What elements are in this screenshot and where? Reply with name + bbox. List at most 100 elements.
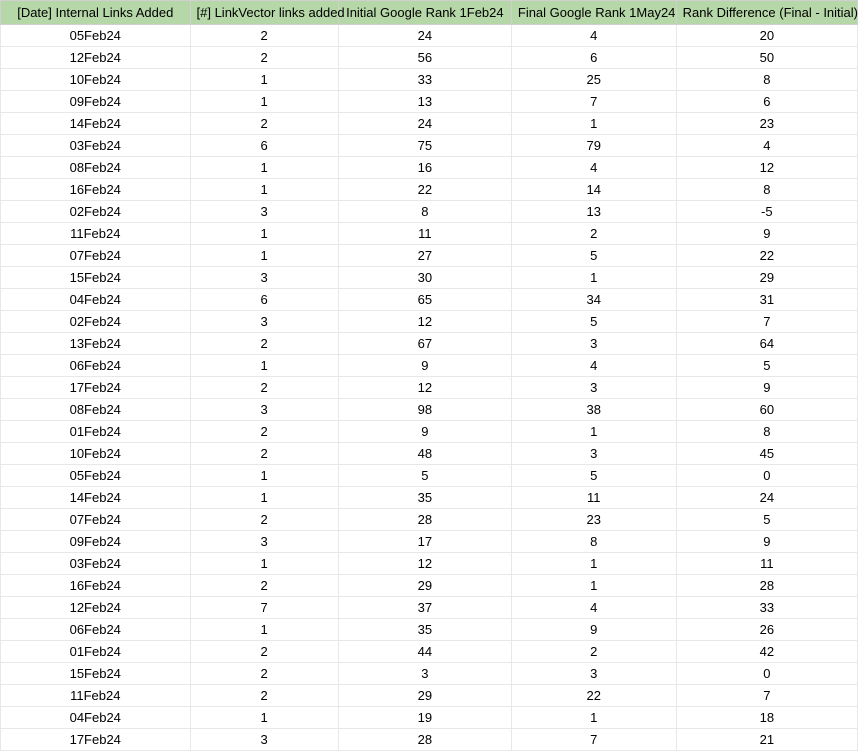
table-row[interactable]: 12Feb24256650 bbox=[1, 47, 858, 69]
table-cell[interactable]: 3 bbox=[190, 531, 338, 553]
table-cell[interactable]: 8 bbox=[676, 421, 857, 443]
table-cell[interactable]: 01Feb24 bbox=[1, 641, 191, 663]
table-cell[interactable]: 1 bbox=[190, 707, 338, 729]
table-row[interactable]: 11Feb24229227 bbox=[1, 685, 858, 707]
table-cell[interactable]: 2 bbox=[190, 663, 338, 685]
table-row[interactable]: 14Feb241351124 bbox=[1, 487, 858, 509]
table-cell[interactable]: 4 bbox=[511, 355, 676, 377]
table-cell[interactable]: 08Feb24 bbox=[1, 157, 191, 179]
table-row[interactable]: 13Feb24267364 bbox=[1, 333, 858, 355]
table-cell[interactable]: 15Feb24 bbox=[1, 267, 191, 289]
table-cell[interactable]: 22 bbox=[511, 685, 676, 707]
table-cell[interactable]: 28 bbox=[338, 509, 511, 531]
table-cell[interactable]: 38 bbox=[511, 399, 676, 421]
table-cell[interactable]: 1 bbox=[511, 553, 676, 575]
table-cell[interactable]: 1 bbox=[511, 113, 676, 135]
table-cell[interactable]: 34 bbox=[511, 289, 676, 311]
table-cell[interactable]: 2 bbox=[190, 377, 338, 399]
table-cell[interactable]: 1 bbox=[511, 267, 676, 289]
table-cell[interactable]: 5 bbox=[511, 465, 676, 487]
table-cell[interactable]: 03Feb24 bbox=[1, 553, 191, 575]
table-cell[interactable]: 45 bbox=[676, 443, 857, 465]
table-cell[interactable]: 8 bbox=[511, 531, 676, 553]
table-cell[interactable]: 44 bbox=[338, 641, 511, 663]
table-cell[interactable]: 17 bbox=[338, 531, 511, 553]
table-row[interactable]: 02Feb243813-5 bbox=[1, 201, 858, 223]
table-cell[interactable]: 4 bbox=[511, 157, 676, 179]
table-cell[interactable]: 9 bbox=[338, 355, 511, 377]
table-cell[interactable]: 1 bbox=[190, 619, 338, 641]
table-cell[interactable]: 30 bbox=[338, 267, 511, 289]
table-cell[interactable]: -5 bbox=[676, 201, 857, 223]
table-cell[interactable]: 19 bbox=[338, 707, 511, 729]
table-cell[interactable]: 3 bbox=[190, 267, 338, 289]
table-cell[interactable]: 7 bbox=[676, 311, 857, 333]
table-cell[interactable]: 60 bbox=[676, 399, 857, 421]
table-cell[interactable]: 3 bbox=[190, 201, 338, 223]
header-date[interactable]: [Date] Internal Links Added bbox=[1, 1, 191, 25]
table-cell[interactable]: 9 bbox=[511, 619, 676, 641]
table-cell[interactable]: 3 bbox=[190, 729, 338, 751]
table-cell[interactable]: 14Feb24 bbox=[1, 113, 191, 135]
table-row[interactable]: 08Feb243983860 bbox=[1, 399, 858, 421]
table-cell[interactable]: 9 bbox=[676, 223, 857, 245]
table-row[interactable]: 01Feb24244242 bbox=[1, 641, 858, 663]
table-cell[interactable]: 20 bbox=[676, 25, 857, 47]
table-cell[interactable]: 4 bbox=[511, 25, 676, 47]
table-cell[interactable]: 02Feb24 bbox=[1, 311, 191, 333]
table-cell[interactable]: 02Feb24 bbox=[1, 201, 191, 223]
table-cell[interactable]: 11 bbox=[338, 223, 511, 245]
table-cell[interactable]: 09Feb24 bbox=[1, 531, 191, 553]
table-row[interactable]: 07Feb24228235 bbox=[1, 509, 858, 531]
table-row[interactable]: 03Feb24675794 bbox=[1, 135, 858, 157]
table-cell[interactable]: 2 bbox=[190, 113, 338, 135]
table-cell[interactable]: 2 bbox=[190, 443, 338, 465]
table-cell[interactable]: 13Feb24 bbox=[1, 333, 191, 355]
table-cell[interactable]: 25 bbox=[511, 69, 676, 91]
table-cell[interactable]: 03Feb24 bbox=[1, 135, 191, 157]
table-cell[interactable]: 35 bbox=[338, 487, 511, 509]
table-cell[interactable]: 26 bbox=[676, 619, 857, 641]
table-row[interactable]: 11Feb2411129 bbox=[1, 223, 858, 245]
table-cell[interactable]: 28 bbox=[338, 729, 511, 751]
table-row[interactable]: 16Feb24229128 bbox=[1, 575, 858, 597]
table-row[interactable]: 12Feb24737433 bbox=[1, 597, 858, 619]
table-cell[interactable]: 6 bbox=[190, 289, 338, 311]
table-cell[interactable]: 14Feb24 bbox=[1, 487, 191, 509]
table-cell[interactable]: 3 bbox=[511, 663, 676, 685]
table-cell[interactable]: 2 bbox=[190, 333, 338, 355]
header-final-rank[interactable]: Final Google Rank 1May24 bbox=[511, 1, 676, 25]
table-cell[interactable]: 1 bbox=[511, 421, 676, 443]
table-row[interactable]: 09Feb2411376 bbox=[1, 91, 858, 113]
table-cell[interactable]: 23 bbox=[511, 509, 676, 531]
table-cell[interactable]: 3 bbox=[511, 443, 676, 465]
table-cell[interactable]: 12 bbox=[338, 377, 511, 399]
table-cell[interactable]: 8 bbox=[676, 69, 857, 91]
table-cell[interactable]: 1 bbox=[190, 553, 338, 575]
table-cell[interactable]: 11 bbox=[676, 553, 857, 575]
table-cell[interactable]: 21 bbox=[676, 729, 857, 751]
table-cell[interactable]: 14 bbox=[511, 179, 676, 201]
table-cell[interactable]: 5 bbox=[676, 509, 857, 531]
table-cell[interactable]: 1 bbox=[190, 245, 338, 267]
table-row[interactable]: 15Feb242330 bbox=[1, 663, 858, 685]
table-row[interactable]: 02Feb2431257 bbox=[1, 311, 858, 333]
table-cell[interactable]: 0 bbox=[676, 465, 857, 487]
table-cell[interactable]: 9 bbox=[676, 377, 857, 399]
table-cell[interactable]: 7 bbox=[511, 729, 676, 751]
table-row[interactable]: 04Feb246653431 bbox=[1, 289, 858, 311]
table-row[interactable]: 14Feb24224123 bbox=[1, 113, 858, 135]
table-cell[interactable]: 23 bbox=[676, 113, 857, 135]
table-cell[interactable]: 3 bbox=[511, 333, 676, 355]
table-cell[interactable]: 2 bbox=[511, 641, 676, 663]
table-cell[interactable]: 1 bbox=[511, 575, 676, 597]
table-cell[interactable]: 04Feb24 bbox=[1, 707, 191, 729]
table-cell[interactable]: 9 bbox=[338, 421, 511, 443]
table-cell[interactable]: 65 bbox=[338, 289, 511, 311]
table-row[interactable]: 08Feb24116412 bbox=[1, 157, 858, 179]
table-cell[interactable]: 42 bbox=[676, 641, 857, 663]
table-cell[interactable]: 1 bbox=[190, 91, 338, 113]
table-cell[interactable]: 12 bbox=[676, 157, 857, 179]
table-row[interactable]: 07Feb24127522 bbox=[1, 245, 858, 267]
table-cell[interactable]: 50 bbox=[676, 47, 857, 69]
